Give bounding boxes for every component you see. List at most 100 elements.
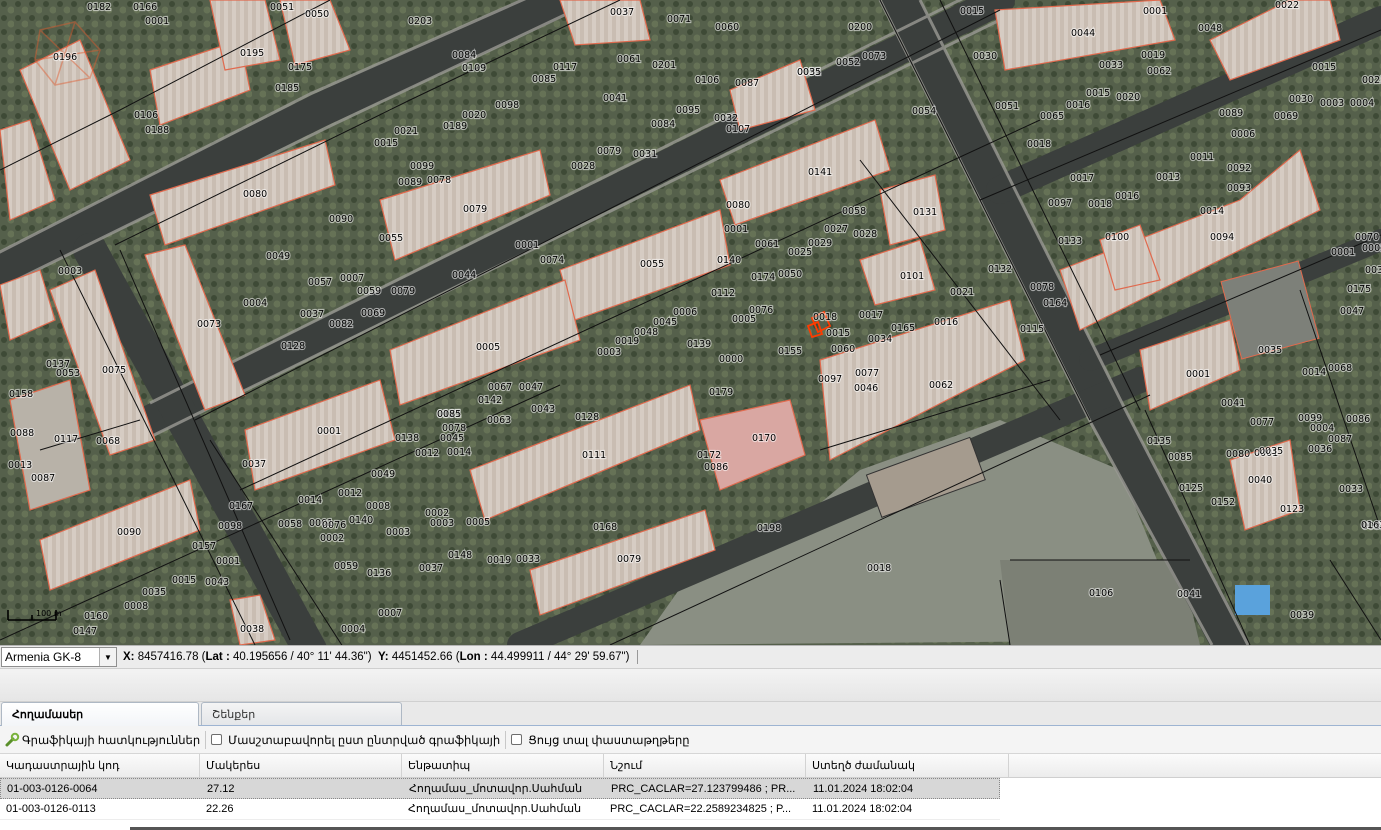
parcel-label: 0133 [1058, 236, 1082, 247]
parcel-label: 0052 [836, 57, 860, 68]
x-value: 8457416.78 [137, 651, 199, 664]
parcel-label: 0007 [340, 273, 364, 284]
parcel-label: 0051 [270, 2, 294, 13]
parcel-label: 0002 [1362, 243, 1381, 254]
parcel-label: 0062 [929, 380, 953, 391]
grid-header: Կադաստրային կոդ Մակերես Ենթատիպ Նշում Ստ… [0, 754, 1381, 778]
parcel-label: 0041 [1221, 398, 1245, 409]
parcel-label: 0043 [205, 577, 229, 588]
parcel-label: 0015 [374, 138, 398, 149]
scale-label: 100 m [36, 609, 62, 618]
parcel-label: 0012 [415, 448, 439, 459]
parcel-label: 0004 [1350, 98, 1374, 109]
parcel-label: 0049 [266, 251, 290, 262]
parcel-label: 0036 [1308, 444, 1332, 455]
column-header-area[interactable]: Մակերես [200, 754, 402, 777]
parcel-label: 0082 [329, 319, 353, 330]
parcel-label: 0050 [305, 9, 329, 20]
parcel-label: 0172 [697, 450, 721, 461]
parcel-label: 0200 [848, 22, 872, 33]
parcel-label: 0058 [278, 519, 302, 530]
tab-buildings[interactable]: Շենքեր [201, 702, 402, 725]
parcel-label: 0043 [531, 404, 555, 415]
parcel-label: 0062 [1147, 66, 1171, 77]
crs-dropdown[interactable]: Armenia GK-8 ▼ [1, 647, 117, 667]
wrench-icon [5, 732, 20, 746]
graphics-properties-button[interactable]: Գրաֆիկայի հատկություններ [0, 730, 200, 750]
parcel-label: 0005 [466, 517, 490, 528]
parcel-label: 0001 [1331, 247, 1355, 258]
parcel-label: 0084 [452, 50, 476, 61]
parcel-label: 0059 [357, 286, 381, 297]
parcel-label: 0016 [934, 317, 958, 328]
parcel-label: 0128 [575, 412, 599, 423]
parcel-label: 0092 [1227, 163, 1251, 174]
parcel-label: 0011 [1190, 152, 1214, 163]
parcel-label: 0057 [308, 277, 332, 288]
cell-code: 01-003-0126-0064 [7, 783, 98, 795]
parcel-label: 0037 [419, 563, 443, 574]
graphics-properties-label: Գրաֆիկայի հատկություններ [22, 734, 201, 747]
toolbar-divider [505, 730, 507, 749]
parcel-label: 0047 [519, 382, 543, 393]
parcel-label: 0021 [950, 287, 974, 298]
parcel-label: 0022 [1275, 0, 1299, 11]
scale-by-selected-checkbox[interactable]: Մասշտաբավորել ըստ ընտրված գրաֆիկայի [211, 730, 500, 750]
tab-parcels[interactable]: Հողամասեր [1, 702, 199, 726]
column-header-label: Ենթատիպ [408, 760, 471, 772]
parcel-label: 0001 [317, 426, 341, 437]
parcel-label: 0018 [813, 312, 837, 323]
parcel-label: 0079 [391, 286, 415, 297]
parcel-label: 0139 [687, 339, 711, 350]
parcel-label: 0106 [134, 110, 158, 121]
column-header-subtype[interactable]: Ենթատիպ [402, 754, 604, 777]
parcel-label: 0033 [1099, 60, 1123, 71]
parcel-label: 0061 [755, 239, 779, 250]
parcel-label: 0147 [73, 626, 97, 637]
parcel-label: 0037 [300, 309, 324, 320]
scale-by-selected-label: Մասշտաբավորել ըստ ընտրված գրաֆիկայի [228, 734, 501, 747]
column-header-code[interactable]: Կադաստրային կոդ [0, 754, 200, 777]
parcel-label: 0063 [487, 415, 511, 426]
map-view[interactable]: 0182 0166 0001 0051 0050 0203 0037 0071 0060 0200… [0, 0, 1381, 645]
panel-splitter[interactable] [0, 669, 1381, 702]
parcel-label: 0014 [447, 447, 471, 458]
checkbox-icon[interactable] [511, 734, 523, 745]
parcel-label: 0175 [1347, 284, 1371, 295]
coordinate-bar: Armenia GK-8 ▼ X: 8457416.78 (Lat : 40.1… [0, 645, 1381, 669]
parcel-label: 0148 [448, 550, 472, 561]
parcel-label: 0084 [651, 119, 675, 130]
column-header-created[interactable]: Ստեղծ ժամանակ [806, 754, 1009, 777]
aerial-map: 0182 0166 0001 0051 0050 0203 0037 0071 0060 0200… [0, 0, 1381, 645]
table-row[interactable]: 01-003-0126-0064 27.12 Հողամաս_մոտավոր.Ս… [0, 778, 1000, 799]
parcel-label: 0041 [1177, 589, 1201, 600]
parcel-label: 0182 [87, 2, 111, 13]
lon-value: 44.499911 / 44° 29' 59.67" [490, 651, 626, 664]
checkbox-icon[interactable] [211, 734, 223, 745]
parcel-label: 0157 [192, 541, 216, 552]
column-header-note[interactable]: Նշում [604, 754, 806, 777]
column-header-label: Մակերես [206, 760, 261, 772]
parcel-label: 0203 [408, 16, 432, 27]
toolbar-divider [205, 730, 207, 749]
show-documents-checkbox[interactable]: Ցույց տալ փաստաթղթերը [511, 730, 690, 750]
parcel-label: 0013 [1156, 172, 1180, 183]
parcel-label: 0080 [243, 189, 267, 200]
parcel-label: 0128 [281, 341, 305, 352]
parcel-label: 0000 [719, 354, 743, 365]
parcel-label: 0080 [726, 200, 750, 211]
parcel-label: 0125 [1179, 483, 1203, 494]
cell-subtype: Հողամաս_մոտավոր.Սահման [408, 803, 582, 815]
parcel-label: 0195 [240, 48, 264, 59]
parcel-label: 0053 [56, 368, 80, 379]
coordinate-readout: X: 8457416.78 (Lat : 40.195656 / 40° 11'… [123, 650, 638, 664]
parcel-label: 0196 [53, 52, 77, 63]
parcel-label: 0001 [1143, 6, 1167, 17]
parcel-label: 0019 [1141, 50, 1165, 61]
parcel-label: 0160 [84, 611, 108, 622]
parcel-label: 0087 [31, 473, 55, 484]
parcel-label: 0123 [1280, 504, 1304, 515]
chevron-down-icon[interactable]: ▼ [99, 648, 116, 666]
table-row[interactable]: 01-003-0126-0113 22.26 Հողամաս_մոտավոր.Ս… [0, 799, 1000, 820]
parcel-label: 0044 [1071, 28, 1095, 39]
